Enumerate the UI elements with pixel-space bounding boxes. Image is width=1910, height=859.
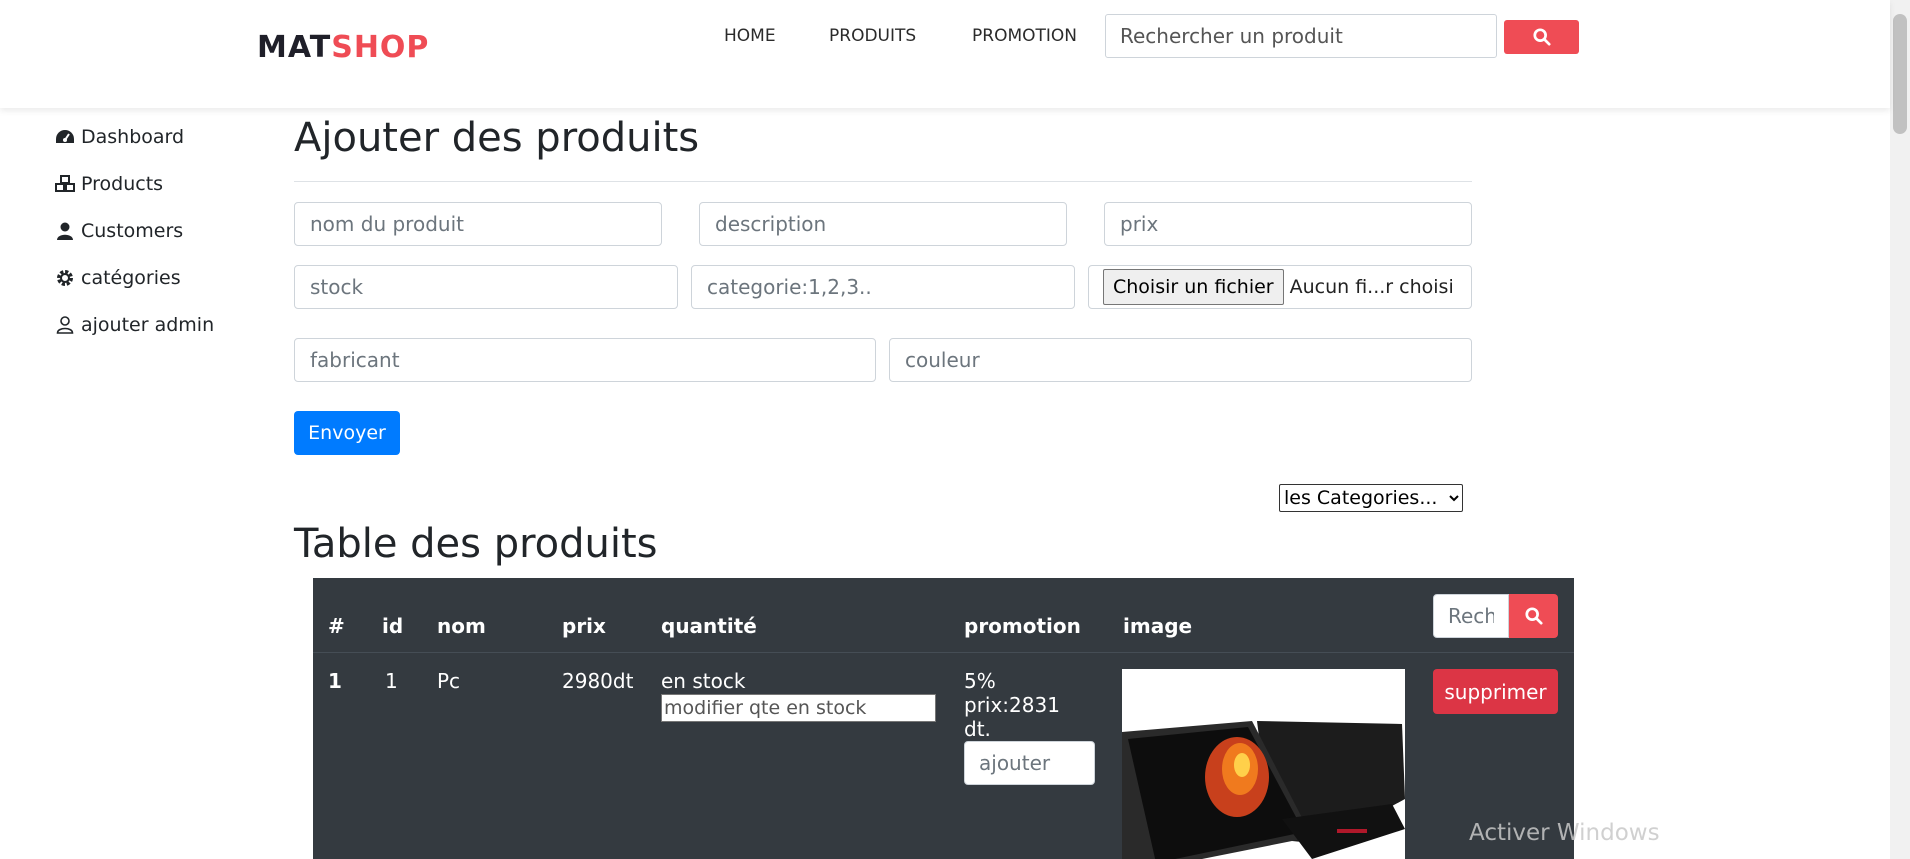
col-header-index: # xyxy=(328,614,345,638)
col-header-quantite: quantité xyxy=(661,614,757,638)
row-price: 2980dt xyxy=(562,669,634,693)
col-header-prix: prix xyxy=(562,614,606,638)
windows-activation-watermark: Activer Windows xyxy=(1469,820,1660,846)
search-icon xyxy=(1532,28,1551,46)
table-search-input[interactable] xyxy=(1433,594,1509,638)
tachometer-icon xyxy=(55,127,75,147)
submit-button[interactable]: Envoyer xyxy=(294,411,400,455)
brand-part-2: SHOP xyxy=(331,30,430,65)
brand-logo[interactable]: MATSHOP xyxy=(257,30,429,65)
row-index: 1 xyxy=(328,669,342,693)
sidebar-item-label: catégories xyxy=(81,266,181,289)
form-title: Ajouter des produits xyxy=(294,115,700,161)
user-outline-icon xyxy=(55,315,75,335)
search-icon xyxy=(1524,607,1543,625)
page-scrollbar[interactable] xyxy=(1890,0,1910,859)
sidebar-item-categories[interactable]: catégories xyxy=(55,254,214,301)
sidebar-item-label: Dashboard xyxy=(81,125,185,148)
laptop-image xyxy=(1122,669,1405,859)
sidebar-item-customers[interactable]: Customers xyxy=(55,207,214,254)
row-promo-percent: 5% xyxy=(964,669,996,693)
sidebar: Dashboard Products Customers catégories … xyxy=(55,113,214,348)
scrollbar-thumb[interactable] xyxy=(1893,14,1907,134)
stock-field[interactable] xyxy=(294,265,678,309)
file-status: Aucun fi...r choisi xyxy=(1289,276,1454,298)
table-header: # id nom prix quantité promotion image xyxy=(313,578,1574,653)
modify-stock-input[interactable] xyxy=(661,694,936,722)
cubes-icon xyxy=(55,174,75,194)
promo-input[interactable] xyxy=(964,741,1095,785)
nav-search-input[interactable] xyxy=(1105,14,1497,58)
top-navbar: MATSHOP HOME PRODUITS PROMOTION xyxy=(0,0,1890,108)
nav-promotion-link[interactable]: PROMOTION xyxy=(972,26,1077,46)
sidebar-item-label: Products xyxy=(81,172,164,195)
manufacturer-field[interactable] xyxy=(294,338,876,382)
description-field[interactable] xyxy=(699,202,1067,246)
color-field[interactable] xyxy=(889,338,1472,382)
col-header-id: id xyxy=(382,614,404,638)
brand-part-1: MAT xyxy=(257,30,332,65)
row-id: 1 xyxy=(385,669,398,693)
choose-file-button[interactable]: Choisir un fichier xyxy=(1103,269,1284,305)
sidebar-item-products[interactable]: Products xyxy=(55,160,214,207)
table-search-button[interactable] xyxy=(1509,594,1558,638)
col-header-image: image xyxy=(1123,614,1193,638)
row-promo-currency: dt. xyxy=(964,717,991,741)
row-stock-status: en stock xyxy=(661,669,746,693)
sidebar-item-label: Customers xyxy=(81,219,184,242)
products-table: # id nom prix quantité promotion image 1… xyxy=(313,578,1574,859)
table-title: Table des produits xyxy=(294,521,658,567)
gear-icon xyxy=(55,268,75,288)
price-field[interactable] xyxy=(1104,202,1472,246)
nav-home-link[interactable]: HOME xyxy=(724,26,776,46)
nav-search-button[interactable] xyxy=(1504,20,1579,54)
category-field[interactable] xyxy=(691,265,1075,309)
nav-produits-link[interactable]: PRODUITS xyxy=(829,26,916,46)
product-name-field[interactable] xyxy=(294,202,662,246)
file-input[interactable]: Choisir un fichier Aucun fi...r choisi xyxy=(1088,265,1472,309)
delete-button[interactable]: supprimer xyxy=(1433,669,1558,714)
user-icon xyxy=(55,221,75,241)
product-image xyxy=(1122,669,1405,859)
sidebar-item-ajouter-admin[interactable]: ajouter admin xyxy=(55,301,214,348)
sidebar-item-dashboard[interactable]: Dashboard xyxy=(55,113,214,160)
divider xyxy=(294,181,1472,182)
sidebar-item-label: ajouter admin xyxy=(81,313,215,336)
row-promo-price: prix:2831 xyxy=(964,693,1060,717)
category-select[interactable]: les Categories... xyxy=(1279,484,1463,512)
row-name: Pc xyxy=(437,669,461,693)
col-header-nom: nom xyxy=(437,614,486,638)
col-header-promotion: promotion xyxy=(964,614,1081,638)
